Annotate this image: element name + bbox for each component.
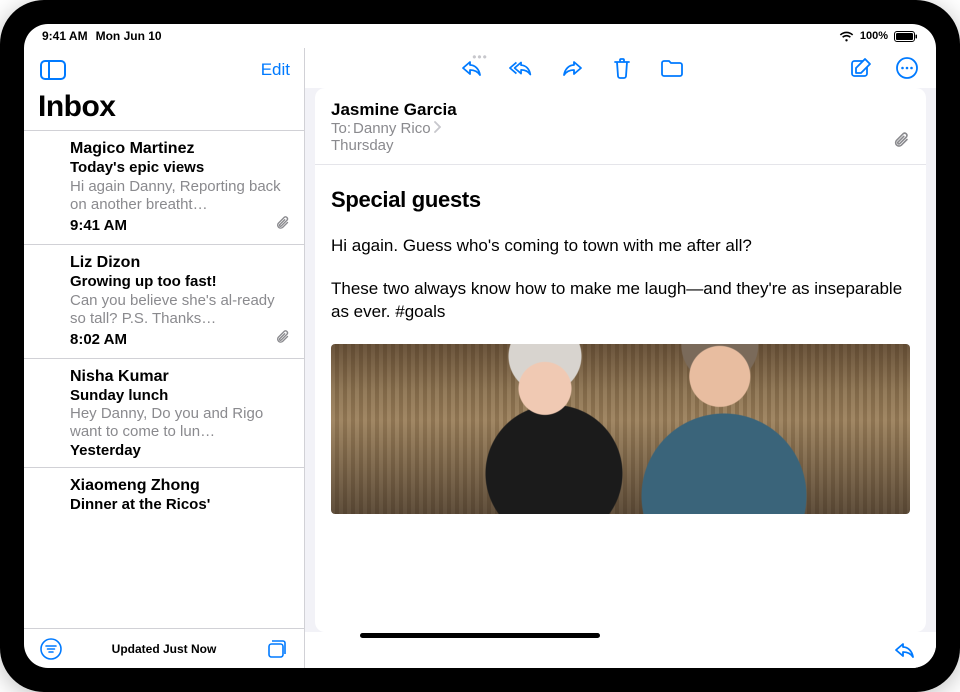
list-preview: Can you believe she's al-ready so tall? … <box>70 292 290 328</box>
list-item[interactable]: Xiaomeng Zhong Dinner at the Ricos' <box>24 468 304 523</box>
wifi-icon <box>839 31 854 42</box>
message-pane: Jasmine Garcia To: Danny Rico Thursday <box>305 48 936 668</box>
list-sender: Xiaomeng Zhong <box>70 476 290 496</box>
list-time: 9:41 AM <box>70 217 127 234</box>
message-sender: Jasmine Garcia <box>331 100 910 120</box>
message-paragraph: Hi again. Guess who's coming to town wit… <box>331 235 910 258</box>
more-button[interactable] <box>894 55 920 81</box>
list-time: 8:02 AM <box>70 331 127 348</box>
compose-stack-button[interactable] <box>262 636 292 662</box>
message-subject: Special guests <box>331 187 910 213</box>
ipad-frame: 9:41 AM Mon Jun 10 100% ••• <box>0 0 960 692</box>
message-attachment-image[interactable] <box>331 344 910 514</box>
list-time: Yesterday <box>70 442 141 459</box>
list-preview: Hey Danny, Do you and Rigo want to come … <box>70 405 290 441</box>
list-subject: Dinner at the Ricos' <box>70 496 290 515</box>
list-subject: Sunday lunch <box>70 387 290 406</box>
list-subject: Today's epic views <box>70 159 290 178</box>
screen: 9:41 AM Mon Jun 10 100% ••• <box>24 24 936 668</box>
list-item[interactable]: Liz Dizon Growing up too fast! Can you b… <box>24 245 304 359</box>
status-time: 9:41 AM <box>42 29 88 43</box>
message-date: Thursday <box>331 137 910 154</box>
status-bar: 9:41 AM Mon Jun 10 100% <box>24 24 936 48</box>
paperclip-icon <box>276 329 290 350</box>
message-body[interactable]: Special guests Hi again. Guess who's com… <box>315 165 926 632</box>
compose-button[interactable] <box>848 55 874 81</box>
paperclip-icon <box>276 215 290 236</box>
sidebar-footer: Updated Just Now <box>24 628 304 668</box>
list-sender: Liz Dizon <box>70 253 290 273</box>
chevron-right-icon <box>433 120 441 137</box>
message-toolbar <box>305 48 936 88</box>
message-header[interactable]: Jasmine Garcia To: Danny Rico Thursday <box>315 88 926 165</box>
message-to-row[interactable]: To: Danny Rico <box>331 120 910 137</box>
drag-handle-icon[interactable]: ••• <box>472 50 488 64</box>
forward-button[interactable] <box>559 55 585 81</box>
sync-status: Updated Just Now <box>66 642 262 656</box>
reply-all-button[interactable] <box>509 55 535 81</box>
filter-button[interactable] <box>36 636 66 662</box>
reply-footer-button[interactable] <box>892 637 918 663</box>
move-folder-button[interactable] <box>659 55 685 81</box>
battery-icon <box>894 31 918 42</box>
sidebar-toggle-button[interactable] <box>38 57 68 83</box>
list-preview: Hi again Danny, Reporting back on anothe… <box>70 178 290 214</box>
battery-percent: 100% <box>860 30 888 42</box>
list-sender: Nisha Kumar <box>70 367 290 387</box>
to-recipient: Danny Rico <box>353 120 431 137</box>
mailbox-title: Inbox <box>24 88 304 130</box>
home-indicator[interactable] <box>360 633 600 638</box>
message-paragraph: These two always know how to make me lau… <box>331 278 910 324</box>
app-body: Edit Inbox Magico Martinez Today's epic … <box>24 48 936 668</box>
message-list[interactable]: Magico Martinez Today's epic views Hi ag… <box>24 130 304 628</box>
list-subject: Growing up too fast! <box>70 273 290 292</box>
trash-button[interactable] <box>609 55 635 81</box>
list-item[interactable]: Magico Martinez Today's epic views Hi ag… <box>24 131 304 245</box>
sidebar: Edit Inbox Magico Martinez Today's epic … <box>24 48 305 668</box>
status-date: Mon Jun 10 <box>96 29 162 43</box>
message-card: Jasmine Garcia To: Danny Rico Thursday <box>315 88 926 632</box>
list-sender: Magico Martinez <box>70 139 290 159</box>
to-label: To: <box>331 120 351 137</box>
edit-button[interactable]: Edit <box>261 60 290 80</box>
paperclip-icon <box>894 131 910 154</box>
list-item[interactable]: Nisha Kumar Sunday lunch Hey Danny, Do y… <box>24 359 304 469</box>
